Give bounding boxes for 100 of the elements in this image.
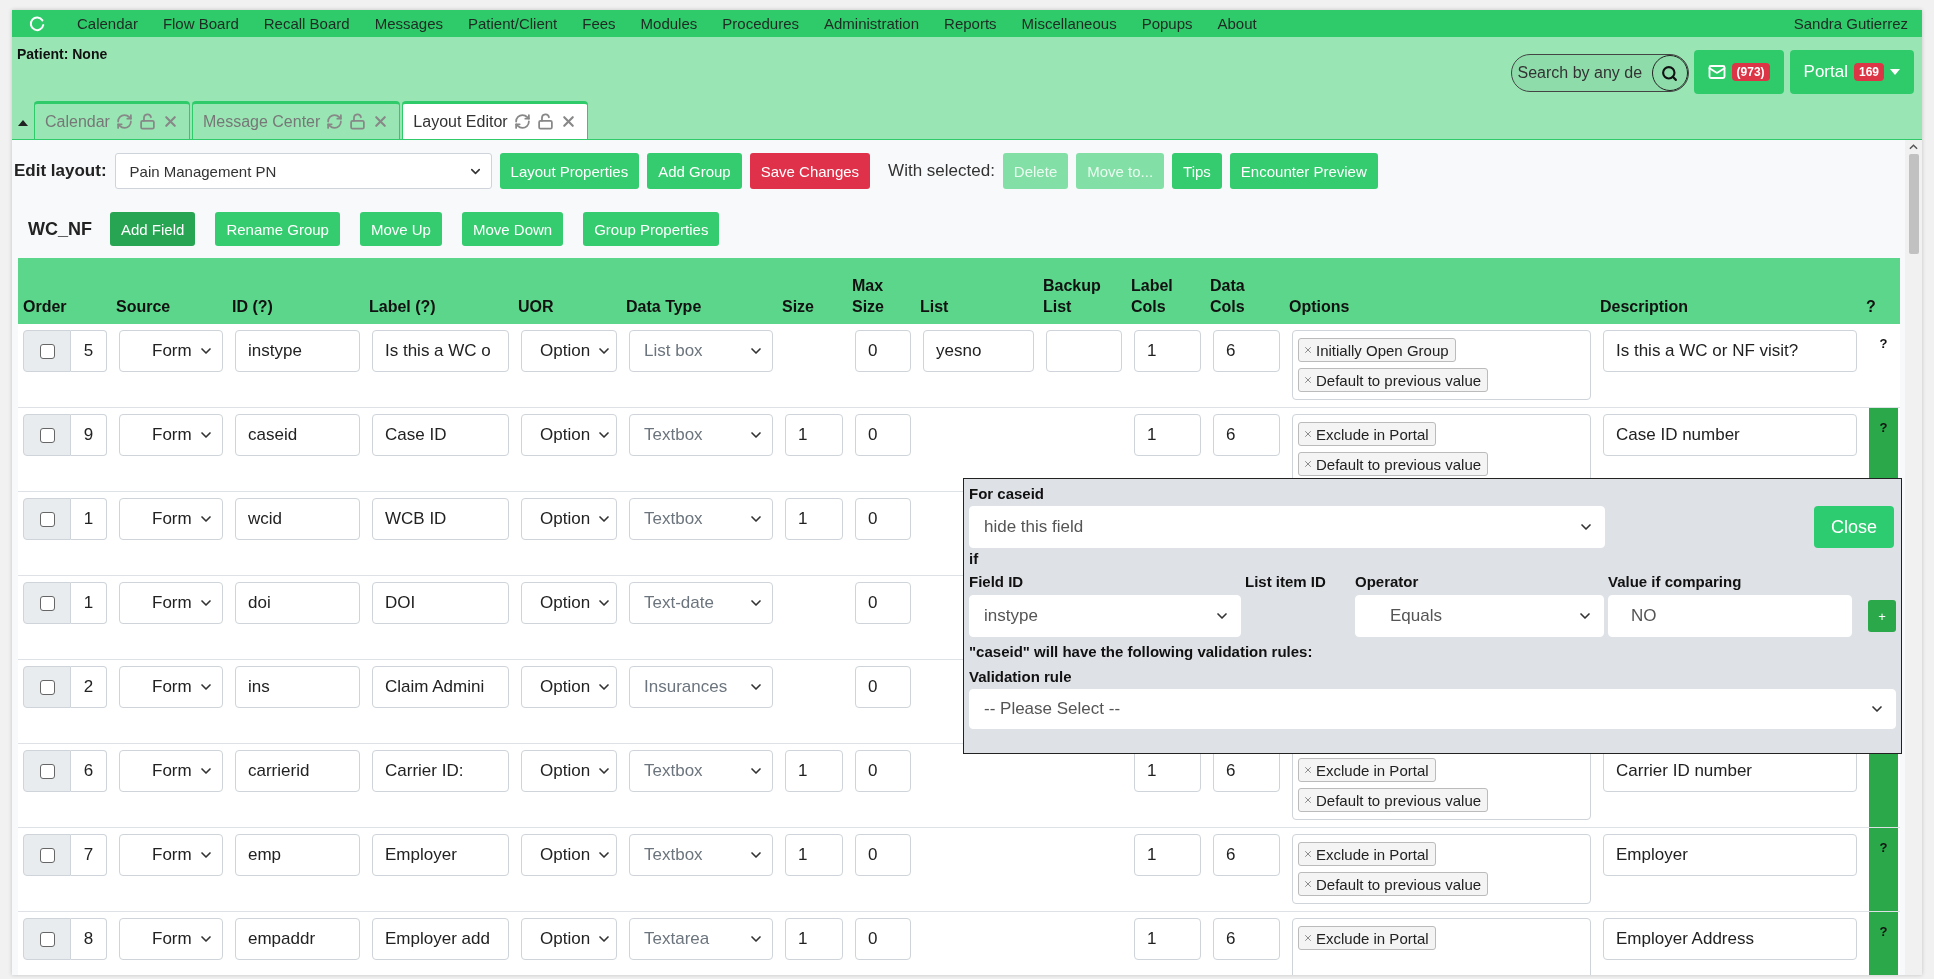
id-field[interactable]: carrierid (235, 750, 360, 792)
uor-select[interactable]: Option (521, 498, 617, 540)
nav-item[interactable]: About (1217, 15, 1257, 32)
nav-item[interactable]: Patient/Client (468, 15, 558, 32)
data-type-select[interactable]: Textbox (629, 414, 773, 456)
source-select[interactable]: Form (119, 834, 223, 876)
nav-item[interactable]: Flow Board (162, 15, 239, 32)
row-checkbox[interactable] (39, 847, 55, 863)
order-field[interactable]: 2 (71, 666, 107, 708)
id-field[interactable]: doi (235, 582, 360, 624)
label-field[interactable]: Employer add (372, 918, 509, 960)
source-select[interactable]: Form (119, 414, 223, 456)
max-size-field[interactable]: 0 (855, 414, 911, 456)
toolbar-button[interactable]: Save Changes (749, 153, 871, 189)
size-field[interactable]: 1 (785, 750, 843, 792)
data-type-select[interactable]: Textbox (629, 834, 773, 876)
nav-item[interactable]: Procedures (722, 15, 799, 32)
uor-select[interactable]: Option (521, 414, 617, 456)
source-select[interactable]: Form (119, 918, 223, 960)
list-field[interactable]: yesno (923, 330, 1034, 372)
max-size-field[interactable]: 0 (855, 498, 911, 540)
description-field[interactable]: Employer (1603, 834, 1857, 876)
options-field[interactable]: Exclude in Portal Default to previous value (1292, 834, 1591, 904)
nav-item[interactable]: Messages (374, 15, 443, 32)
max-size-field[interactable]: 0 (855, 666, 911, 708)
scrollbar-thumb[interactable] (1908, 154, 1919, 254)
search-field[interactable]: Search by any de (1510, 54, 1689, 92)
size-field[interactable]: 1 (785, 918, 843, 960)
help-mark[interactable]: ? (1869, 324, 1898, 407)
id-field[interactable]: instype (235, 330, 360, 372)
refresh-icon[interactable] (326, 113, 344, 130)
data-cols-field[interactable]: 6 (1213, 918, 1280, 960)
row-checkbox[interactable] (39, 763, 55, 779)
order-field[interactable]: 6 (71, 750, 107, 792)
options-field[interactable]: Initially Open Group Default to previous value (1292, 330, 1591, 400)
data-type-select[interactable]: Textarea (629, 918, 773, 960)
unlock-icon[interactable] (138, 113, 156, 130)
action-select[interactable]: hide this field (969, 506, 1605, 548)
uor-select[interactable]: Option (521, 834, 617, 876)
layout-select[interactable]: Pain Management PN (114, 153, 492, 189)
label-field[interactable]: Employer (372, 834, 509, 876)
description-field[interactable]: Case ID number (1603, 414, 1857, 456)
label-cols-field[interactable]: 1 (1134, 414, 1201, 456)
value-field[interactable]: NO (1608, 595, 1852, 637)
order-field[interactable]: 8 (71, 918, 107, 960)
nav-item[interactable]: Administration (824, 15, 920, 32)
id-field[interactable]: emp (235, 834, 360, 876)
size-field[interactable]: 1 (785, 834, 843, 876)
max-size-field[interactable]: 0 (855, 750, 911, 792)
source-select[interactable]: Form (119, 750, 223, 792)
data-cols-field[interactable]: 6 (1213, 834, 1280, 876)
label-cols-field[interactable]: 1 (1134, 918, 1201, 960)
data-type-select[interactable]: Textbox (629, 498, 773, 540)
option-tag[interactable]: Exclude in Portal (1298, 842, 1436, 866)
size-field[interactable]: 1 (785, 498, 843, 540)
order-field[interactable]: 9 (71, 414, 107, 456)
data-cols-field[interactable]: 6 (1213, 330, 1280, 372)
row-checkbox[interactable] (39, 511, 55, 527)
order-field[interactable]: 7 (71, 834, 107, 876)
portal-button[interactable]: Portal 169 (1789, 50, 1914, 94)
caret-up-icon[interactable] (18, 120, 28, 126)
max-size-field[interactable]: 0 (855, 330, 911, 372)
data-cols-field[interactable]: 6 (1213, 414, 1280, 456)
source-select[interactable]: Form (119, 666, 223, 708)
nav-item[interactable]: Miscellaneous (1021, 15, 1117, 32)
max-size-field[interactable]: 0 (855, 582, 911, 624)
help-cell[interactable]: ? (1869, 828, 1898, 911)
option-tag[interactable]: Default to previous value (1298, 788, 1489, 812)
data-type-select[interactable]: Textbox (629, 750, 773, 792)
label-field[interactable]: Carrier ID: (372, 750, 509, 792)
nav-item[interactable]: Popups (1141, 15, 1193, 32)
uor-select[interactable]: Option (521, 582, 617, 624)
uor-select[interactable]: Option (521, 918, 617, 960)
refresh-icon[interactable] (513, 113, 531, 130)
size-field[interactable]: 1 (785, 414, 843, 456)
row-checkbox[interactable] (39, 427, 55, 443)
row-checkbox[interactable] (39, 679, 55, 695)
option-tag[interactable]: Default to previous value (1298, 872, 1489, 896)
option-tag[interactable]: Default to previous value (1298, 452, 1489, 476)
data-type-select[interactable]: Insurances (629, 666, 773, 708)
search-input[interactable]: Search by any de (1515, 63, 1652, 83)
option-tag[interactable]: Exclude in Portal (1298, 926, 1436, 950)
unlock-icon[interactable] (349, 113, 367, 130)
backup-list-field[interactable] (1046, 330, 1122, 372)
source-select[interactable]: Form (119, 582, 223, 624)
option-tag[interactable]: Exclude in Portal (1298, 758, 1436, 782)
nav-item[interactable]: Calendar (77, 15, 138, 32)
options-field[interactable]: Exclude in Portal (1292, 918, 1591, 975)
uor-select[interactable]: Option (521, 666, 617, 708)
order-field[interactable]: 5 (71, 330, 107, 372)
messages-button[interactable]: (973) (1693, 50, 1784, 94)
label-field[interactable]: WCB ID (372, 498, 509, 540)
user-menu[interactable]: Sandra Gutierrez (1793, 15, 1908, 32)
max-size-field[interactable]: 0 (855, 918, 911, 960)
uor-select[interactable]: Option (521, 330, 617, 372)
option-tag[interactable]: Default to previous value (1298, 368, 1489, 392)
help-cell[interactable]: ? (1869, 912, 1898, 975)
data-type-select[interactable]: Text-date (629, 582, 773, 624)
data-type-select[interactable]: List box (629, 330, 773, 372)
id-field[interactable]: ins (235, 666, 360, 708)
